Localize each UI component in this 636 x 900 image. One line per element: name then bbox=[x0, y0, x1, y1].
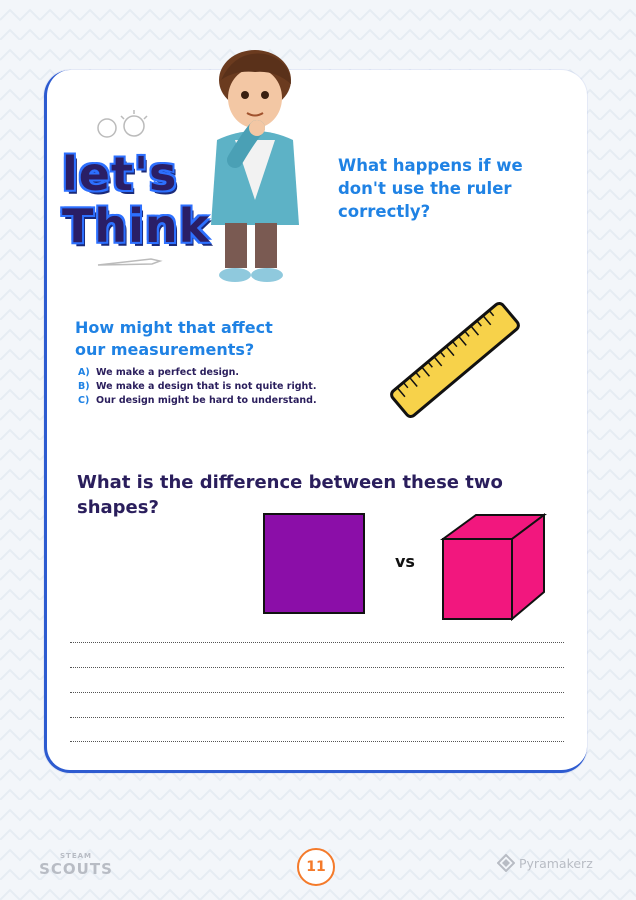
steam-scouts-logo-top: STEAM bbox=[60, 852, 92, 860]
pyramakerz-logo-text: Pyramakerz bbox=[519, 855, 593, 871]
option-c[interactable]: C) Our design might be hard to understan… bbox=[78, 394, 317, 408]
pyramakerz-logo: Pyramakerz bbox=[497, 854, 593, 872]
question1-line-1: What happens if we bbox=[338, 156, 523, 175]
question2-line-2: our measurements? bbox=[75, 340, 255, 359]
answer-line-1[interactable] bbox=[70, 642, 564, 643]
answer-line-5[interactable] bbox=[70, 741, 564, 742]
question1-line-2: don't use the ruler bbox=[338, 179, 512, 198]
option-a-text: We make a perfect design. bbox=[96, 367, 240, 378]
steam-scouts-logo: STEAM SCOUTS bbox=[36, 852, 116, 878]
option-c-letter: C) bbox=[78, 395, 90, 406]
answer-options: A) We make a perfect design. B) We make … bbox=[78, 366, 317, 408]
pencil-doodle-icon bbox=[97, 258, 163, 266]
pink-cube-shape bbox=[440, 513, 547, 622]
purple-square-shape bbox=[263, 513, 365, 614]
steam-scouts-logo-main: SCOUTS bbox=[39, 860, 113, 878]
option-c-text: Our design might be hard to understand. bbox=[96, 395, 317, 406]
answer-line-2[interactable] bbox=[70, 667, 564, 668]
page-number: 11 bbox=[297, 848, 335, 886]
option-b[interactable]: B) We make a design that is not quite ri… bbox=[78, 380, 317, 394]
title-line-2: Think bbox=[62, 199, 211, 253]
ruler-icon bbox=[390, 302, 520, 418]
question3-line-1: What is the difference between these two bbox=[77, 472, 503, 493]
question2-line-1: How might that affect bbox=[75, 318, 273, 337]
option-b-text: We make a design that is not quite right… bbox=[96, 381, 317, 392]
lightbulb-doodle-icon bbox=[97, 110, 148, 138]
option-a[interactable]: A) We make a perfect design. bbox=[78, 366, 317, 380]
vs-label: vs bbox=[395, 552, 415, 571]
boy-character-illustration bbox=[211, 50, 299, 282]
answer-line-4[interactable] bbox=[70, 717, 564, 718]
option-b-letter: B) bbox=[78, 381, 90, 392]
title-line-1: let's bbox=[62, 147, 178, 201]
question1-line-3: correctly? bbox=[338, 202, 431, 221]
answer-line-3[interactable] bbox=[70, 692, 564, 693]
pyramakerz-logo-icon bbox=[497, 854, 515, 872]
option-a-letter: A) bbox=[78, 367, 90, 378]
